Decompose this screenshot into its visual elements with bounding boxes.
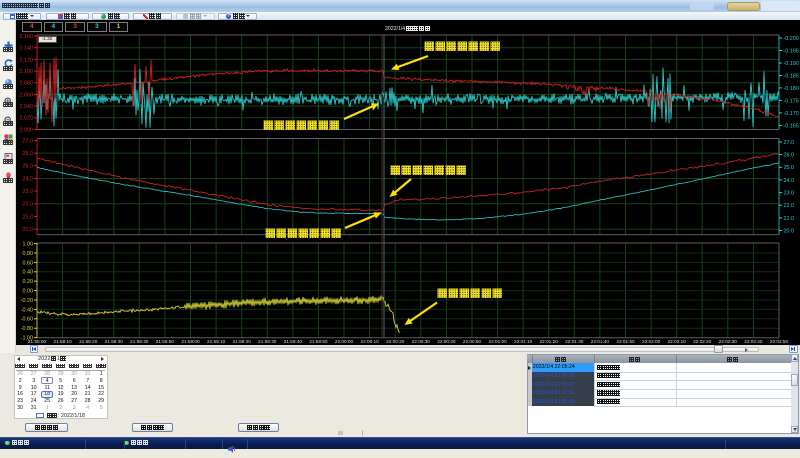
svg-text:20.0: 20.0 [23, 227, 34, 233]
svg-text:0.80: 0.80 [23, 251, 34, 257]
svg-text:-0.40: -0.40 [21, 307, 33, 313]
svg-text:22:01:30: 22:01:30 [565, 339, 584, 344]
svg-text:21:58:20: 21:58:20 [79, 339, 98, 344]
svg-text:-0.80: -0.80 [21, 326, 33, 332]
svg-text:22:01:50: 22:01:50 [616, 339, 635, 344]
svg-text:-0.180: -0.180 [784, 86, 799, 92]
svg-text:2.060: 2.060 [20, 92, 34, 98]
svg-text:21:59:10: 21:59:10 [207, 339, 226, 344]
svg-text:-0.185: -0.185 [784, 73, 799, 79]
svg-text:21:58:00: 21:58:00 [28, 339, 47, 344]
svg-text:1.00: 1.00 [23, 242, 34, 248]
svg-text:26.0: 26.0 [784, 153, 795, 159]
svg-text:2.140: 2.140 [20, 46, 34, 52]
svg-text:22:02:20: 22:02:20 [693, 339, 712, 344]
svg-text:22:00:00: 22:00:00 [335, 339, 354, 344]
svg-text:2.000: 2.000 [20, 127, 34, 133]
svg-text:25.0: 25.0 [784, 165, 795, 171]
svg-text:21.0: 21.0 [23, 214, 34, 220]
svg-text:22:02:50: 22:02:50 [770, 339, 789, 344]
svg-text:21:59:00: 21:59:00 [181, 339, 200, 344]
svg-text:2.040: 2.040 [20, 104, 34, 110]
svg-text:21:58:30: 21:58:30 [105, 339, 124, 344]
svg-text:22.0: 22.0 [23, 202, 34, 208]
svg-text:-0.165: -0.165 [784, 123, 799, 129]
svg-text:-0.175: -0.175 [784, 98, 799, 104]
svg-text:25.0: 25.0 [23, 164, 34, 170]
svg-text:22:02:10: 22:02:10 [668, 339, 687, 344]
svg-text:24.0: 24.0 [23, 176, 34, 182]
svg-text:22:02:30: 22:02:30 [719, 339, 738, 344]
svg-text:22:02:00: 22:02:00 [642, 339, 661, 344]
svg-text:2.080: 2.080 [20, 81, 34, 87]
svg-text:22:00:40: 22:00:40 [437, 339, 456, 344]
svg-text:26.0: 26.0 [23, 151, 34, 157]
svg-text:22.0: 22.0 [784, 203, 795, 209]
svg-text:-0.200: -0.200 [784, 36, 799, 42]
svg-text:0.60: 0.60 [23, 260, 34, 266]
svg-text:22:01:00: 22:01:00 [488, 339, 507, 344]
svg-text:21:59:20: 21:59:20 [233, 339, 252, 344]
svg-text:0.00: 0.00 [23, 289, 34, 295]
svg-text:21:58:50: 21:58:50 [156, 339, 175, 344]
svg-text:22:02:40: 22:02:40 [744, 339, 763, 344]
svg-text:21:59:50: 21:59:50 [309, 339, 328, 344]
svg-text:0.20: 0.20 [23, 279, 34, 285]
svg-text:0.40: 0.40 [23, 270, 34, 276]
svg-text:21:59:30: 21:59:30 [258, 339, 277, 344]
svg-text:2.160: 2.160 [20, 34, 34, 40]
svg-text:-0.190: -0.190 [784, 61, 799, 67]
svg-text:-0.170: -0.170 [784, 111, 799, 117]
svg-text:21.0: 21.0 [784, 216, 795, 222]
svg-text:21:58:10: 21:58:10 [53, 339, 72, 344]
svg-text:20.0: 20.0 [784, 228, 795, 234]
svg-text:22:01:20: 22:01:20 [540, 339, 559, 344]
svg-text:22:00:30: 22:00:30 [412, 339, 431, 344]
svg-text:22:00:20: 22:00:20 [386, 339, 405, 344]
svg-text:27.0: 27.0 [23, 138, 34, 144]
svg-text:-0.20: -0.20 [21, 298, 33, 304]
svg-text:24.0: 24.0 [784, 178, 795, 184]
svg-text:22:00:50: 22:00:50 [463, 339, 482, 344]
svg-text:22:01:40: 22:01:40 [591, 339, 610, 344]
svg-text:21:59:40: 21:59:40 [284, 339, 303, 344]
svg-text:2.100: 2.100 [20, 69, 34, 75]
svg-text:23.0: 23.0 [23, 189, 34, 195]
svg-text:2.020: 2.020 [20, 116, 34, 122]
svg-text:23.0: 23.0 [784, 191, 795, 197]
svg-text:22:00:10: 22:00:10 [360, 339, 379, 344]
svg-text:-0.60: -0.60 [21, 317, 33, 323]
svg-text:-0.195: -0.195 [784, 48, 799, 54]
svg-text:21:58:40: 21:58:40 [130, 339, 149, 344]
svg-text:22:01:10: 22:01:10 [514, 339, 533, 344]
svg-text:27.0: 27.0 [784, 140, 795, 146]
svg-text:2.120: 2.120 [20, 57, 34, 63]
